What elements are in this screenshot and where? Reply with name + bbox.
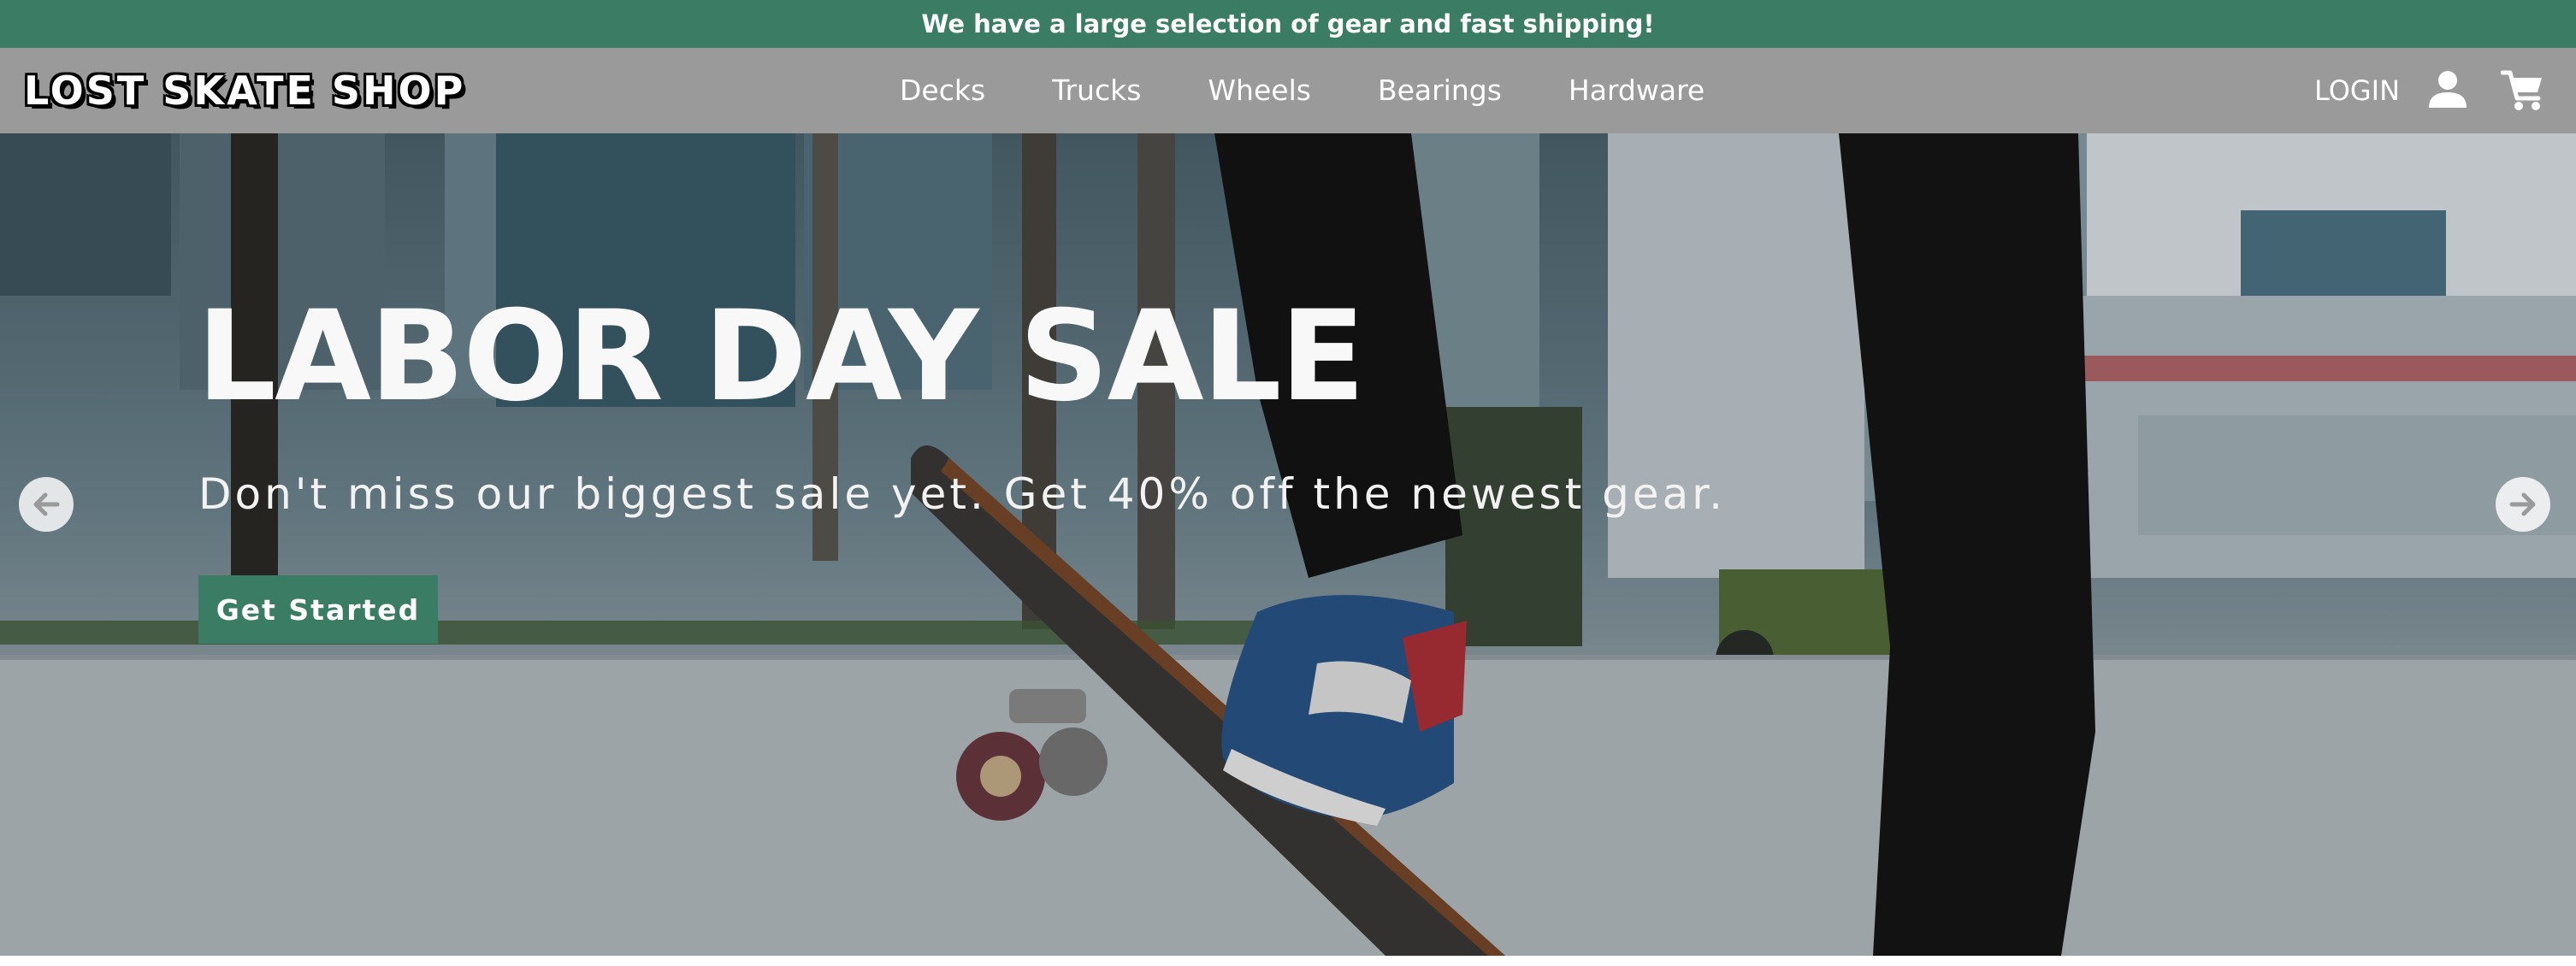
user-icon[interactable] (2427, 68, 2468, 109)
nav-item-wheels[interactable]: Wheels (1208, 72, 1311, 109)
main-nav: Decks Trucks Wheels Bearings Hardware (900, 72, 1705, 109)
carousel-prev-button[interactable] (19, 477, 74, 532)
hero-banner: LABOR DAY SALE Don't miss our biggest sa… (0, 133, 2576, 956)
announcement-bar: We have a large selection of gear and fa… (0, 0, 2576, 48)
nav-item-trucks[interactable]: Trucks (1052, 72, 1141, 109)
nav-item-bearings[interactable]: Bearings (1378, 72, 1502, 109)
arrow-left-icon (33, 492, 60, 516)
get-started-button[interactable]: Get Started (198, 575, 438, 644)
bottom-edge (0, 956, 2576, 966)
arrow-right-icon (2509, 492, 2536, 516)
site-logo[interactable]: LOST SKATE SHOP (24, 67, 465, 115)
nav-item-hardware[interactable]: Hardware (1569, 72, 1705, 109)
announcement-text: We have a large selection of gear and fa… (921, 9, 1655, 38)
site-header: LOST SKATE SHOP Decks Trucks Wheels Bear… (0, 48, 2576, 133)
hero-background-image (0, 133, 2576, 956)
cart-icon[interactable] (2500, 68, 2545, 113)
carousel-next-button[interactable] (2496, 477, 2550, 532)
nav-item-decks[interactable]: Decks (900, 72, 985, 109)
login-link[interactable]: LOGIN (2314, 72, 2400, 109)
hero-subtitle: Don't miss our biggest sale yet. Get 40%… (198, 469, 1727, 519)
hero-title: LABOR DAY SALE (197, 284, 1365, 429)
